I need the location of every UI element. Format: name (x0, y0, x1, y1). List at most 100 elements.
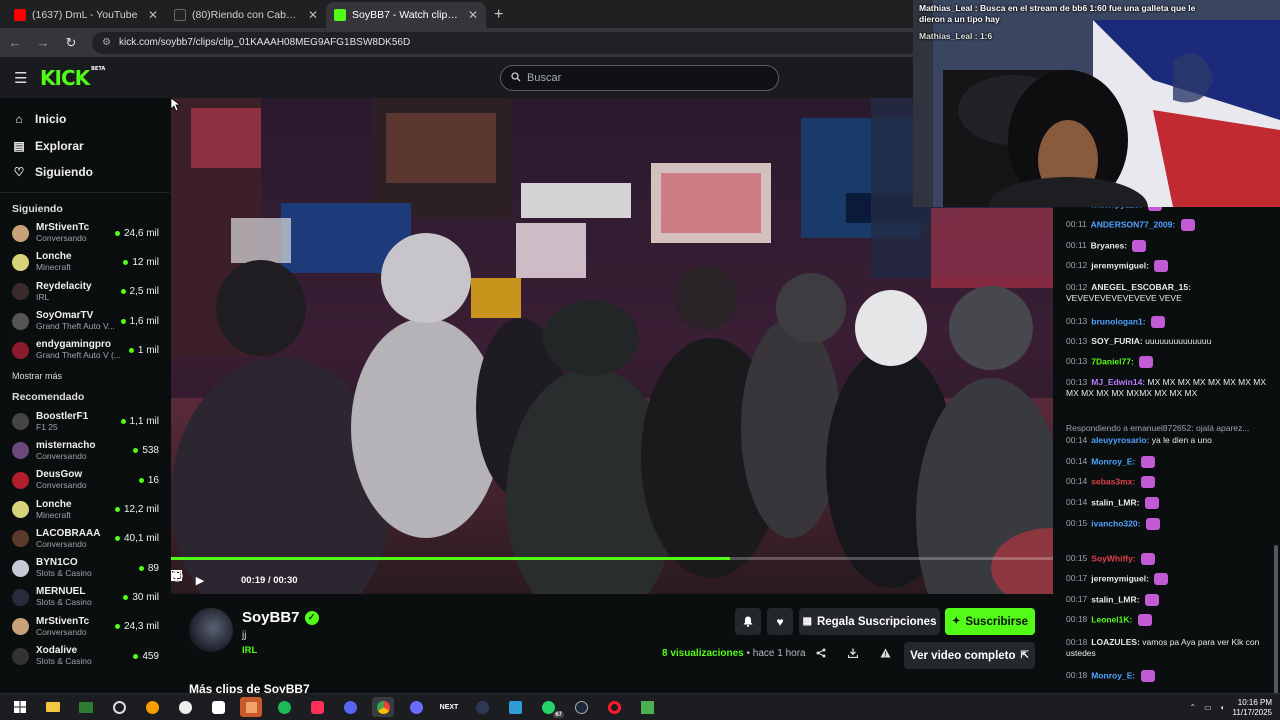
file-explorer-icon[interactable] (42, 697, 64, 717)
notifications-button[interactable] (735, 608, 761, 635)
github-icon[interactable] (174, 697, 196, 717)
sidebar-channel[interactable]: DeusGow Conversando 16 (0, 466, 170, 495)
steam-icon[interactable] (570, 697, 592, 717)
chat-username[interactable]: ANEGEL_ESCOBAR_15: (1091, 282, 1191, 292)
chat-username[interactable]: 7Daniel77: (1091, 356, 1134, 366)
live-dot-icon (138, 565, 144, 571)
sidebar-channel[interactable]: BoostlerF1 F1 25 1,1 mil (0, 407, 170, 436)
app-dots-icon[interactable] (405, 697, 427, 717)
gift-subscriptions-button[interactable]: ▦ Regala Suscripciones (799, 608, 940, 635)
sidebar-channel[interactable]: MrStivenTc Conversando 24,6 mil (0, 219, 170, 248)
next-app-icon[interactable]: NEXT (438, 697, 460, 717)
opera-icon[interactable] (603, 697, 625, 717)
viewer-count-value: 538 (142, 445, 159, 457)
settings-icon[interactable] (171, 570, 1033, 588)
chat-username[interactable]: Bryanes: (1091, 240, 1127, 250)
chat-username[interactable]: jeremymiguel: (1091, 260, 1149, 270)
chat-username[interactable]: Leonel1K: (1091, 614, 1132, 624)
sidebar-channel[interactable]: MrStivenTc Conversando 24,3 mil (0, 612, 170, 641)
channel-name[interactable]: SoyBB7 (242, 609, 300, 626)
channel-avatar[interactable] (189, 608, 233, 652)
nav-explorar[interactable]: ▤ Explorar (0, 133, 170, 160)
chat-username[interactable]: MJ_Edwin14: (1091, 377, 1145, 387)
chat-username[interactable]: Monroy_E: (1091, 670, 1135, 680)
chat-username[interactable]: ANDERSON77_2009: (1091, 219, 1176, 229)
audio-app-icon[interactable] (240, 697, 262, 717)
forward-icon[interactable]: → (36, 35, 50, 50)
report-icon[interactable] (876, 644, 894, 662)
sidebar-channel[interactable]: BYN1CO Slots & Casino 89 (0, 553, 170, 582)
obs-icon[interactable] (108, 697, 130, 717)
chat-username[interactable]: stalin_LMR: (1091, 594, 1139, 604)
pip-icon[interactable] (171, 570, 946, 588)
nav-inicio[interactable]: ⌂ Inicio (0, 106, 170, 133)
sidebar-channel[interactable]: Lonche Minecraft 12,2 mil (0, 495, 170, 524)
video-progress-bar[interactable] (171, 557, 1053, 560)
search-bar[interactable] (500, 65, 779, 91)
chat-username[interactable]: Monroy_E: (1091, 456, 1135, 466)
site-info-icon[interactable]: ⚙ (102, 37, 111, 48)
browser-tab-youtube[interactable]: (1637) DmL - YouTube ✕ (6, 2, 166, 28)
play-icon[interactable]: ▶ (192, 572, 208, 588)
menu-icon[interactable]: ☰ (14, 69, 28, 87)
sidebar-channel[interactable]: Lonche Minecraft 12 mil (0, 248, 170, 277)
subscribe-button[interactable]: ✦ Suscribirse (945, 608, 1035, 635)
sidebar-channel[interactable]: Reydelacity IRL 2,5 mil (0, 277, 170, 306)
chat-username[interactable]: SOY_FURIA: (1091, 336, 1142, 346)
chat-username[interactable]: SoyWhiffy: (1091, 553, 1135, 563)
verified-badge-icon: ✓ (304, 610, 319, 625)
chat-username[interactable]: LOAZULES: (1091, 637, 1140, 647)
new-tab-icon[interactable]: + (486, 2, 511, 28)
volume-icon[interactable] (171, 570, 231, 588)
chat-username[interactable]: aleuyyrosario: (1091, 435, 1149, 445)
chrome-icon[interactable] (372, 697, 394, 717)
tiktok-app-icon[interactable] (306, 697, 328, 717)
sidebar-channel[interactable]: Xodalive Slots & Casino 459 (0, 641, 170, 670)
reload-icon[interactable]: ↻ (64, 35, 78, 51)
watch-full-video-button[interactable]: Ver video completo ⇱ (904, 642, 1035, 669)
back-icon[interactable]: ← (8, 35, 22, 50)
spotify-icon[interactable] (273, 697, 295, 717)
chat-message: 00:18 Monroy_E: (1066, 670, 1274, 682)
sidebar-channel[interactable]: MERNUEL Slots & Casino 30 mil (0, 583, 170, 612)
share-icon[interactable] (812, 644, 830, 662)
volume-tray-icon[interactable]: ◖ (1220, 703, 1225, 712)
vscode-icon[interactable] (504, 697, 526, 717)
chat-username[interactable]: brunologan1: (1091, 316, 1145, 326)
kick-logo[interactable]: KICK BETA (40, 66, 105, 90)
sidebar-channel[interactable]: endygamingpro Grand Theft Auto V (... 1 mi… (0, 336, 170, 365)
chat-username[interactable]: stalin_LMR: (1091, 497, 1139, 507)
chat-scrollbar[interactable] (1274, 545, 1278, 695)
chat-username[interactable]: sebas3mx: (1091, 476, 1135, 486)
clip-category[interactable]: IRL (242, 645, 257, 656)
app-orange-icon[interactable] (141, 697, 163, 717)
4k-app-icon[interactable] (471, 697, 493, 717)
download-icon[interactable] (844, 644, 862, 662)
whatsapp-icon[interactable]: 67 (537, 697, 564, 718)
browser-tab-tiktok[interactable]: (80)Riendo con Caballos: Un Jin ✕ (166, 2, 326, 28)
capcut-icon[interactable] (207, 697, 229, 717)
network-icon[interactable]: ▭ (1204, 703, 1212, 712)
system-clock[interactable]: 10:16 PM 11/17/2025 (1233, 698, 1272, 718)
windows-start-icon[interactable] (9, 697, 31, 717)
chat-username[interactable]: ivancho320: (1091, 518, 1140, 528)
terminal-icon[interactable] (75, 697, 97, 717)
nav-siguiendo[interactable]: ♡ Siguiendo (0, 159, 170, 186)
theater-mode-icon[interactable] (171, 570, 975, 588)
tray-chevron-icon[interactable]: ⌃ (1189, 703, 1196, 712)
fullscreen-icon[interactable] (171, 570, 1004, 588)
follow-button[interactable]: ♥ (767, 608, 793, 635)
close-tab-icon[interactable]: ✕ (308, 8, 318, 22)
close-tab-icon[interactable]: ✕ (468, 8, 478, 22)
sidebar-channel[interactable]: misternacho Conversando 538 (0, 436, 170, 465)
chat-username[interactable]: jeremymiguel: (1091, 573, 1149, 583)
channel-name: MERNUEL (36, 586, 86, 598)
show-more-link[interactable]: Mostrar más (0, 365, 170, 387)
search-input[interactable] (527, 72, 747, 84)
browser-tab-kick[interactable]: SoyBB7 - Watch clips on Kick ✕ (326, 2, 486, 28)
sidebar-channel[interactable]: SoyOmarTV Grand Theft Auto V... 1,6 mil (0, 306, 170, 335)
minecraft-icon[interactable] (636, 697, 658, 717)
sidebar-channel[interactable]: LACOBRAAA Conversando 40,1 mil (0, 524, 170, 553)
close-tab-icon[interactable]: ✕ (148, 8, 158, 22)
discord-icon[interactable] (339, 697, 361, 717)
